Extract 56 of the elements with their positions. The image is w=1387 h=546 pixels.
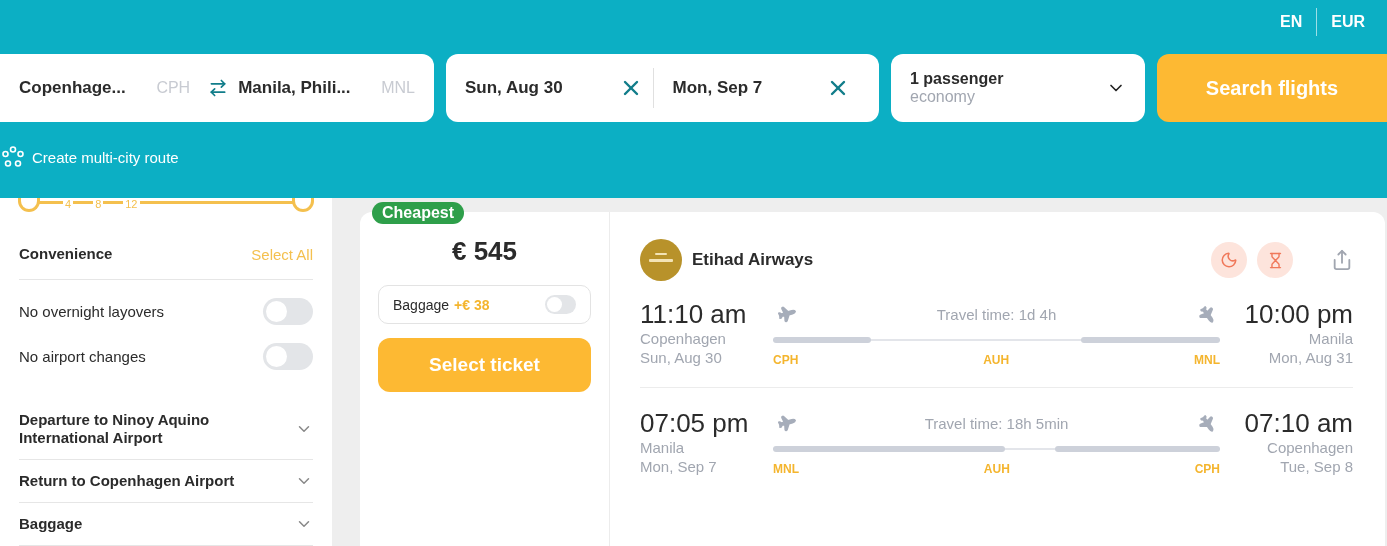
airport-code: AUH <box>983 462 1010 476</box>
select-all-link[interactable]: Select All <box>251 245 313 263</box>
filter-section-header[interactable]: Return to Copenhagen Airport <box>19 460 313 503</box>
travel-time: Travel time: 18h 5min <box>924 414 1069 432</box>
departure-date: Sun, Aug 30 <box>640 348 722 367</box>
departure-time: 07:05 pm <box>640 408 749 438</box>
airline-logo-icon <box>640 239 682 281</box>
arrival-time: 07:10 am <box>1244 408 1353 438</box>
departure-city: Copenhagen <box>640 329 726 348</box>
moon-icon <box>1211 242 1247 278</box>
hourglass-icon <box>1257 242 1293 278</box>
travel-time: Travel time: 1d 4h <box>936 305 1057 323</box>
airport-code: CPH <box>773 353 799 367</box>
ticket-price: € 545 <box>451 236 518 267</box>
select-ticket-button[interactable]: Select ticket <box>378 338 591 392</box>
airport-code: MNL <box>1194 353 1220 367</box>
departure-city: Manila <box>640 438 685 457</box>
arrival-city: Copenhagen <box>1267 438 1353 457</box>
arrival-city: Manila <box>1308 329 1353 348</box>
dates-field[interactable]: Sun, Aug 30 Mon, Sep 7 <box>446 54 879 122</box>
route-nodes-icon <box>2 146 24 168</box>
date-value: Sun, Aug 30 <box>465 78 563 98</box>
passenger-selector[interactable]: 1 passenger economy <box>891 54 1145 122</box>
slider-thumb[interactable] <box>292 198 314 212</box>
baggage-price: +€ 38 <box>454 296 490 313</box>
multi-city-link[interactable]: Create multi-city route <box>2 146 179 168</box>
cheapest-badge: Cheapest <box>372 202 465 224</box>
airport-code: CPH <box>1194 462 1220 476</box>
language-selector[interactable]: EN <box>1266 13 1317 31</box>
airline-name: Etihad Airways <box>692 250 814 270</box>
airport-code: MNL <box>773 462 799 476</box>
range-slider[interactable]: 4 8 12 <box>19 198 313 212</box>
filter-section-header[interactable]: Departure to Ninoy Aquino International Airport <box>19 399 313 460</box>
departure-date: Mon, Sep 7 <box>640 457 717 476</box>
airport-code: AUH <box>983 353 1010 367</box>
origin-city: Copenhage... <box>19 78 126 98</box>
arrival-time: 10:00 pm <box>1244 299 1353 329</box>
section-title: Convenience <box>19 245 113 263</box>
arrival-date: Tue, Sep 8 <box>1280 457 1353 476</box>
baggage-toggle[interactable] <box>545 295 576 314</box>
option-label: No airport changes <box>19 348 146 365</box>
option-toggle[interactable] <box>263 298 313 325</box>
filter-section-header[interactable]: Baggage <box>19 503 313 546</box>
departure-time: 11:10 am <box>640 299 747 329</box>
arrival-date: Mon, Aug 31 <box>1268 348 1353 367</box>
slider-thumb[interactable] <box>18 198 40 212</box>
baggage-label: Baggage <box>393 296 450 313</box>
passenger-count: 1 passenger <box>910 70 1004 88</box>
currency-selector[interactable]: EUR <box>1317 13 1379 31</box>
destination-city: Manila, Phili... <box>238 78 351 98</box>
share-icon[interactable] <box>1331 249 1353 271</box>
option-label: No overnight layovers <box>19 303 165 320</box>
date-value: Mon, Sep 7 <box>672 78 763 98</box>
cabin-class: economy <box>910 88 976 106</box>
search-flights-button[interactable]: Search flights <box>1157 54 1387 122</box>
option-toggle[interactable] <box>263 343 313 370</box>
